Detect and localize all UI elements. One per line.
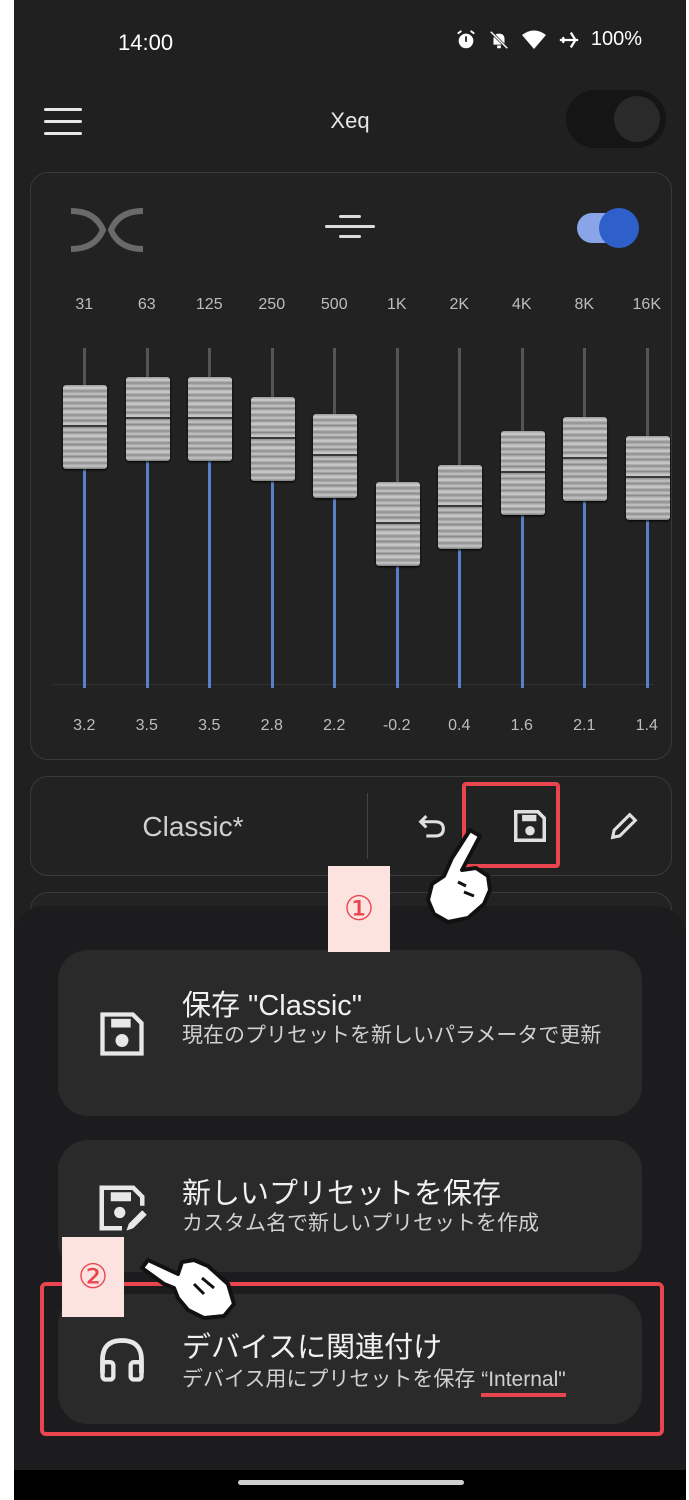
equalizer-card: 31 63 125 250 500 1K 2K 4K 8K 16K 3.2 3.5 3.5 2.8 2.2… [30,172,672,760]
slider-track [645,348,649,437]
airplane-icon [559,31,579,48]
slider-track [395,348,399,482]
divider [367,793,368,859]
app-bar: Xeq [14,84,686,164]
slider-thumb[interactable] [63,385,107,470]
band-frequency-label: 31 [75,296,94,313]
slider-track [208,348,211,377]
xeq-logo-icon [70,208,144,252]
navigation-bar [14,1470,686,1500]
phone-screen: 14:00 100% Xeq 31 63 125 250 500 1K 2K 4K 8K 16K … [14,0,686,1500]
save-current-preset-option[interactable]: 保存 "Classic" 現在のプリセットを新しいパラメータで更新 [58,950,642,1116]
band-gain-value: 1.6 [510,717,533,734]
band-gain-value: 1.4 [635,717,658,734]
battery-level: 100% [590,28,642,50]
band-gain-value: 2.2 [323,717,346,734]
band-frequency-labels: 31 63 125 250 500 1K 2K 4K 8K 16K [53,296,673,314]
slider-thumb[interactable] [438,464,482,549]
band-frequency-label: 125 [195,296,223,313]
save-icon [94,1006,150,1062]
band-frequency-label: 16K [632,296,661,313]
band-gain-values: 3.2 3.5 3.5 2.8 2.2 -0.2 0.4 1.6 2.1 1.4 [53,717,673,735]
slider-thumb[interactable] [625,436,670,521]
band-slider[interactable] [553,348,616,688]
band-slider[interactable] [178,348,241,688]
slider-fill [520,514,524,688]
status-bar: 14:00 100% [14,0,686,84]
band-gain-value: 0.4 [448,717,471,734]
band-slider[interactable] [53,348,116,688]
option-description: 現在のプリセットを新しいパラメータで更新 [182,1024,602,1047]
band-slider[interactable] [116,348,179,688]
alarm-icon [457,29,475,48]
band-frequency-label: 2K [449,296,470,313]
power-toggle[interactable] [566,90,666,148]
slider-fill [270,480,274,688]
band-slider[interactable] [241,348,304,688]
step-2-badge: ② [62,1237,124,1317]
band-gain-value: -0.2 [382,717,411,734]
band-gain-value: 3.5 [135,717,158,734]
band-slider[interactable] [428,348,491,688]
save-new-icon [94,1180,150,1236]
band-gain-value: 2.1 [573,717,596,734]
edit-pencil-icon [610,812,638,840]
band-gain-value: 3.5 [198,717,221,734]
save-new-preset-option[interactable]: 新しいプリセットを保存 カスタム名で新しいプリセットを作成 [58,1140,642,1272]
slider-thumb[interactable] [500,430,545,515]
equalizer-enable-toggle[interactable] [577,208,639,248]
band-gain-value: 3.2 [73,717,96,734]
slider-thumb[interactable] [125,376,170,461]
home-gesture-bar[interactable] [238,1480,464,1485]
slider-fill [395,565,399,688]
band-slider[interactable] [303,348,366,688]
option-description: カスタム名で新しいプリセットを作成 [182,1212,539,1235]
slider-track [458,348,461,465]
slider-thumb[interactable] [188,376,232,461]
band-frequency-label: 250 [258,296,286,313]
pointing-hand-icon [140,1258,236,1320]
band-frequency-label: 63 [137,296,156,313]
band-sliders [53,348,673,688]
band-slider[interactable] [366,348,429,688]
mute-icon [489,30,509,49]
slider-thumb[interactable] [375,481,420,566]
slider-track [333,348,336,414]
step-1-badge: ① [328,866,390,952]
band-frequency-label: 4K [511,296,532,313]
equalizer-mode-icon[interactable] [325,215,375,243]
band-slider[interactable] [616,348,679,688]
slider-thumb[interactable] [250,396,295,481]
slider-fill [83,469,86,688]
slider-fill [583,500,586,688]
wifi-icon [521,30,546,49]
slider-fill [333,497,336,688]
status-time: 14:00 [118,30,174,55]
slider-track [520,348,524,431]
band-gain-value: 2.8 [260,717,283,734]
slider-track [83,348,86,386]
slider-fill [458,548,461,688]
edit-button[interactable] [599,801,649,851]
pointing-hand-icon [426,828,492,924]
slider-fill [145,460,149,688]
band-frequency-label: 1K [386,296,407,313]
band-frequency-label: 500 [320,296,348,313]
band-slider[interactable] [491,348,554,688]
slider-fill [645,520,649,688]
associate-option-highlight [40,1282,664,1436]
slider-thumb[interactable] [563,416,607,501]
slider-track [270,348,274,397]
slider-track [145,348,149,377]
band-frequency-label: 8K [574,296,595,313]
slider-fill [208,460,211,688]
slider-thumb[interactable] [313,413,357,498]
preset-bar: Classic* [30,776,672,876]
status-icons: 100% [455,28,642,51]
preset-name[interactable]: Classic* [31,811,355,843]
slider-track [583,348,586,417]
